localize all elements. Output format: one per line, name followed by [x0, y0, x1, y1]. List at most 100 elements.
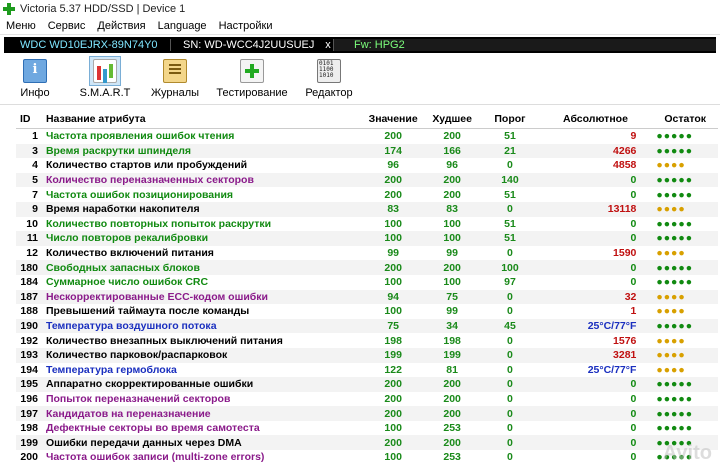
- col-header-threshold[interactable]: Порог: [481, 110, 539, 129]
- attr-id: 9: [16, 201, 42, 217]
- attr-threshold: 0: [481, 377, 539, 392]
- tab-editor[interactable]: Редактор: [294, 56, 364, 99]
- menu-item-settings[interactable]: Настройки: [213, 20, 279, 32]
- tab-info-label: Инфо: [20, 87, 50, 99]
- attr-absolute: 0: [538, 231, 653, 246]
- attr-name: Частота ошибок записи (multi-zone errors…: [45, 451, 265, 464]
- attr-worst: 200: [422, 377, 482, 392]
- table-row[interactable]: 184 Суммарное число ошибок CRC 100 100 97 0 ●●…: [16, 275, 718, 290]
- attr-worst: 100: [443, 217, 461, 230]
- attr-name: Время наработки накопителя: [41, 201, 364, 217]
- attr-id: 195: [16, 377, 42, 392]
- attr-value: 100: [384, 451, 402, 464]
- attr-absolute: 1: [630, 305, 637, 318]
- attr-absolute: 4858: [613, 159, 637, 172]
- attr-value: 198: [384, 334, 402, 347]
- menu-item-language[interactable]: Language: [152, 20, 213, 32]
- table-row[interactable]: 11 Число повторов рекалибровки 100 100 51 0 ●●…: [16, 231, 718, 246]
- table-row[interactable]: 12 Количество включений питания 99 99 0 1590 ●…: [16, 246, 718, 261]
- tab-smart[interactable]: S.M.A.R.T: [70, 56, 140, 99]
- attr-name: Время раскрутки шпинделя: [41, 143, 364, 159]
- attr-name: Суммарное число ошибок CRC: [45, 276, 209, 289]
- attr-threshold: 0: [507, 363, 513, 376]
- attr-remaining: ●●●●●: [656, 422, 694, 435]
- attr-remaining: ●●●●●: [652, 406, 718, 421]
- attr-absolute: 3281: [538, 347, 653, 363]
- close-device-button[interactable]: x: [323, 39, 333, 51]
- attr-id: 5: [16, 172, 42, 188]
- col-header-remaining[interactable]: Остаток: [652, 110, 718, 129]
- attr-id: 197: [16, 406, 42, 421]
- table-row[interactable]: 180 Свободных запасных блоков 200 200 100 0 ●●…: [16, 260, 718, 275]
- attr-absolute: 0: [630, 392, 637, 405]
- attr-name: Количество включений питания: [45, 247, 214, 260]
- attr-id: 190: [16, 318, 42, 334]
- table-row[interactable]: 187 Нескорректированные ECC-кодом ошибки 9…: [16, 289, 718, 305]
- menu-item-menu[interactable]: Меню: [0, 20, 42, 32]
- col-header-value[interactable]: Значение: [363, 110, 423, 129]
- table-row[interactable]: 3 Время раскрутки шпинделя 174 166 21 4266 ●●●…: [16, 143, 718, 159]
- attr-absolute: 13118: [538, 201, 653, 217]
- attr-absolute: 32: [538, 289, 653, 305]
- attr-absolute: 4266: [538, 143, 653, 159]
- table-row[interactable]: 196 Попыток переназначений секторов 200 200…: [16, 392, 718, 407]
- table-row[interactable]: 197 Кандидатов на переназначение 200 200 0 0 ●…: [16, 406, 718, 421]
- table-row[interactable]: 188 Превышений таймаута после команды 100 9…: [16, 304, 718, 319]
- table-row[interactable]: 10 Количество повторных попыток раскрутки…: [16, 217, 718, 232]
- device-serial: SN: WD-WCC4J2UUSUEJ: [170, 39, 323, 51]
- table-row[interactable]: 195 Аппаратно скорректированные ошибки 200…: [16, 377, 718, 392]
- col-header-name[interactable]: Название атрибута: [41, 110, 364, 129]
- attr-id: 200: [20, 451, 38, 464]
- table-row[interactable]: 1 Частота проявления ошибок чтения 200 200 5…: [16, 129, 718, 144]
- attr-name: Количество переназначенных секторов: [41, 172, 364, 188]
- table-row[interactable]: 5 Количество переназначенных секторов 200 2…: [16, 172, 718, 188]
- attr-id: 1: [32, 130, 38, 143]
- attr-threshold: 0: [507, 422, 513, 435]
- attr-name: Количество стартов или пробуждений: [45, 159, 248, 172]
- attr-remaining: ●●●●: [652, 289, 718, 305]
- table-row[interactable]: 7 Частота ошибок позиционирования 200 200 51…: [16, 187, 718, 202]
- tab-logs[interactable]: Журналы: [140, 56, 210, 99]
- attr-remaining: ●●●●●: [656, 392, 694, 405]
- table-row[interactable]: 200 Частота ошибок записи (multi-zone err…: [16, 450, 718, 465]
- attr-remaining: ●●●●●: [652, 318, 718, 334]
- attr-id: 199: [16, 435, 42, 451]
- title-bar: Victoria 5.37 HDD/SSD | Device 1: [0, 0, 720, 18]
- table-row[interactable]: 190 Температура воздушного потока 75 34 45 25…: [16, 318, 718, 334]
- attr-id: 193: [16, 347, 42, 363]
- table-row[interactable]: 193 Количество парковок/распарковок 199 199…: [16, 347, 718, 363]
- attr-id: 11: [16, 231, 42, 246]
- attr-threshold: 45: [481, 318, 539, 334]
- menu-item-actions[interactable]: Действия: [91, 20, 151, 32]
- tab-info[interactable]: Инфо: [0, 56, 70, 99]
- watermark: Avito: [662, 442, 712, 464]
- table-row[interactable]: 192 Количество внезапных выключений питан…: [16, 333, 718, 348]
- attr-threshold: 51: [504, 217, 516, 230]
- table-row[interactable]: 4 Количество стартов или пробуждений 96 96 0…: [16, 158, 718, 173]
- attr-value: 100: [384, 422, 402, 435]
- attr-worst: 100: [422, 231, 482, 246]
- attr-remaining: ●●●●●: [652, 377, 718, 392]
- attr-remaining: ●●●●●: [652, 172, 718, 188]
- col-header-worst[interactable]: Худшее: [422, 110, 482, 129]
- attr-threshold: 51: [504, 188, 516, 201]
- table-row[interactable]: 194 Температура гермоблока 122 81 0 25°C/77°F…: [16, 363, 718, 378]
- table-row[interactable]: 198 Дефектные секторы во время самотеста 1…: [16, 421, 718, 436]
- attr-threshold: 0: [481, 406, 539, 421]
- attr-worst: 99: [446, 247, 458, 260]
- attr-id: 198: [20, 422, 38, 435]
- attr-id: 4: [32, 159, 38, 172]
- attr-worst: 198: [443, 334, 461, 347]
- attr-absolute: 1590: [613, 247, 637, 260]
- attr-remaining: ●●●●: [652, 201, 718, 217]
- attr-worst: 100: [443, 276, 461, 289]
- attr-id: 12: [26, 247, 38, 260]
- attr-threshold: 0: [481, 435, 539, 451]
- table-row[interactable]: 199 Ошибки передачи данных через DMA 200 20…: [16, 435, 718, 451]
- tab-testing[interactable]: Тестирование: [210, 56, 294, 99]
- menu-item-service[interactable]: Сервис: [42, 20, 92, 32]
- col-header-id[interactable]: ID: [16, 110, 42, 129]
- attr-threshold: 0: [507, 334, 513, 347]
- col-header-absolute[interactable]: Абсолютное: [538, 110, 653, 129]
- table-row[interactable]: 9 Время наработки накопителя 83 83 0 13118 ●●●…: [16, 201, 718, 217]
